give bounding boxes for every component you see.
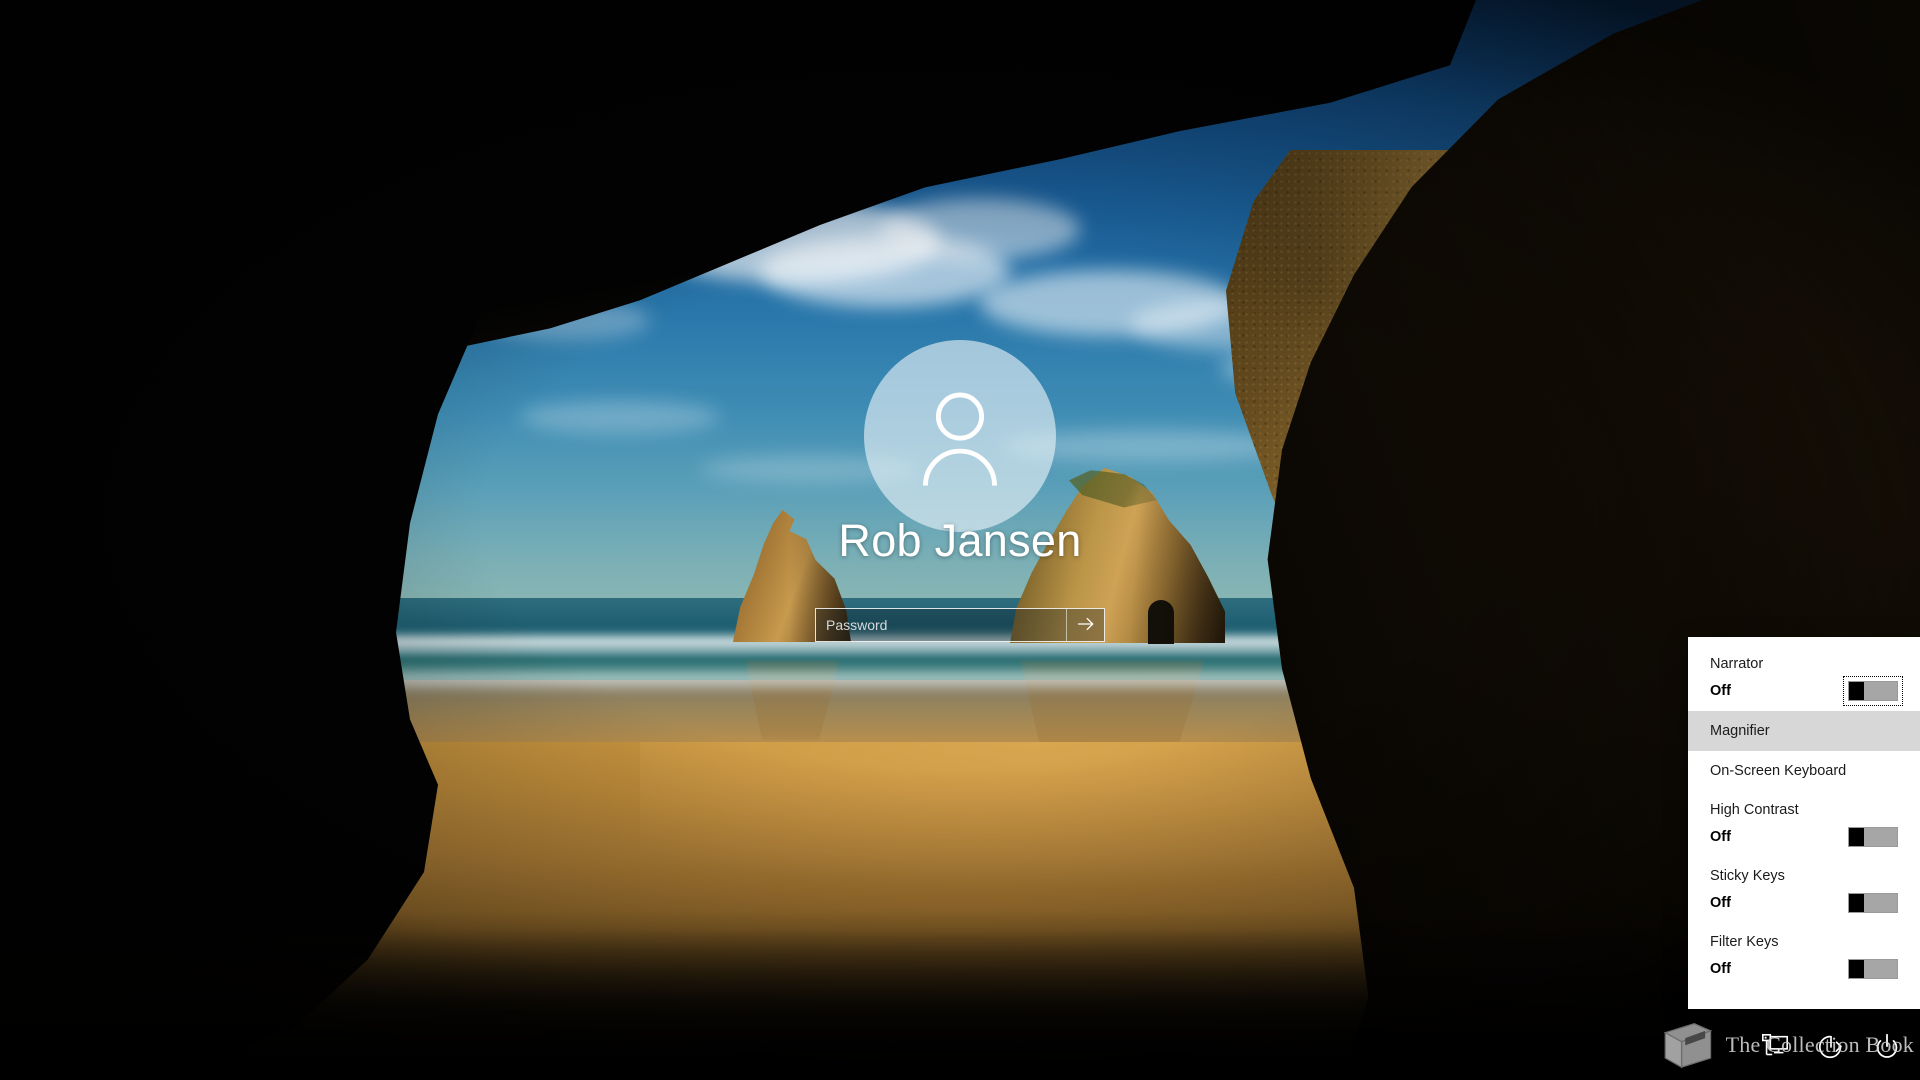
eoa-item-state: Off: [1710, 895, 1731, 911]
sticky-keys-toggle[interactable]: [1848, 893, 1898, 913]
network-computer-icon[interactable]: [1760, 1032, 1790, 1062]
avatar: [864, 340, 1056, 532]
eoa-item-label: Magnifier: [1710, 723, 1770, 739]
eoa-item-state: Off: [1710, 829, 1731, 845]
eoa-item-label: Narrator: [1710, 656, 1764, 672]
lock-screen: Rob Jansen Narrator Off Magnifier On-Scr…: [0, 0, 1920, 1080]
password-input[interactable]: [816, 609, 1066, 641]
eoa-item-sticky-keys[interactable]: Sticky Keys Off: [1688, 857, 1920, 923]
system-tray: [1760, 1032, 1902, 1062]
eoa-item-state: Off: [1710, 961, 1731, 977]
user-avatar-icon: [906, 382, 1014, 490]
narrator-toggle[interactable]: [1843, 676, 1903, 706]
eoa-item-label: Filter Keys: [1710, 934, 1779, 950]
eoa-item-state: Off: [1710, 683, 1731, 699]
eoa-item-label: On-Screen Keyboard: [1710, 763, 1847, 779]
eoa-state-row: Off: [1688, 953, 1920, 983]
power-icon[interactable]: [1872, 1032, 1902, 1062]
eoa-item-narrator[interactable]: Narrator Off: [1688, 645, 1920, 711]
toggle-knob: [1849, 960, 1864, 978]
eoa-item-magnifier[interactable]: Magnifier: [1688, 711, 1920, 751]
eoa-state-row: Off: [1688, 887, 1920, 917]
toggle-knob: [1849, 682, 1864, 700]
high-contrast-toggle[interactable]: [1848, 827, 1898, 847]
eoa-item-label: Sticky Keys: [1710, 868, 1785, 884]
filter-keys-toggle[interactable]: [1848, 959, 1898, 979]
page-title: Rob Jansen: [838, 515, 1082, 566]
eoa-item-filter-keys[interactable]: Filter Keys Off: [1688, 923, 1920, 989]
eoa-item-on-screen-keyboard[interactable]: On-Screen Keyboard: [1688, 751, 1920, 791]
login-area: Rob Jansen: [0, 0, 1920, 1080]
submit-password-button[interactable]: [1066, 609, 1104, 641]
ease-of-access-flyout: Narrator Off Magnifier On-Screen Keyboar…: [1688, 637, 1920, 1009]
eoa-state-row: Off: [1688, 821, 1920, 851]
arrow-right-icon: [1076, 614, 1096, 637]
password-row: [815, 608, 1105, 642]
eoa-item-label: High Contrast: [1710, 802, 1799, 818]
ease-of-access-icon[interactable]: [1816, 1032, 1846, 1062]
toggle-knob: [1849, 894, 1864, 912]
toggle-knob: [1849, 828, 1864, 846]
eoa-state-row: Off: [1688, 675, 1920, 706]
eoa-item-high-contrast[interactable]: High Contrast Off: [1688, 791, 1920, 857]
